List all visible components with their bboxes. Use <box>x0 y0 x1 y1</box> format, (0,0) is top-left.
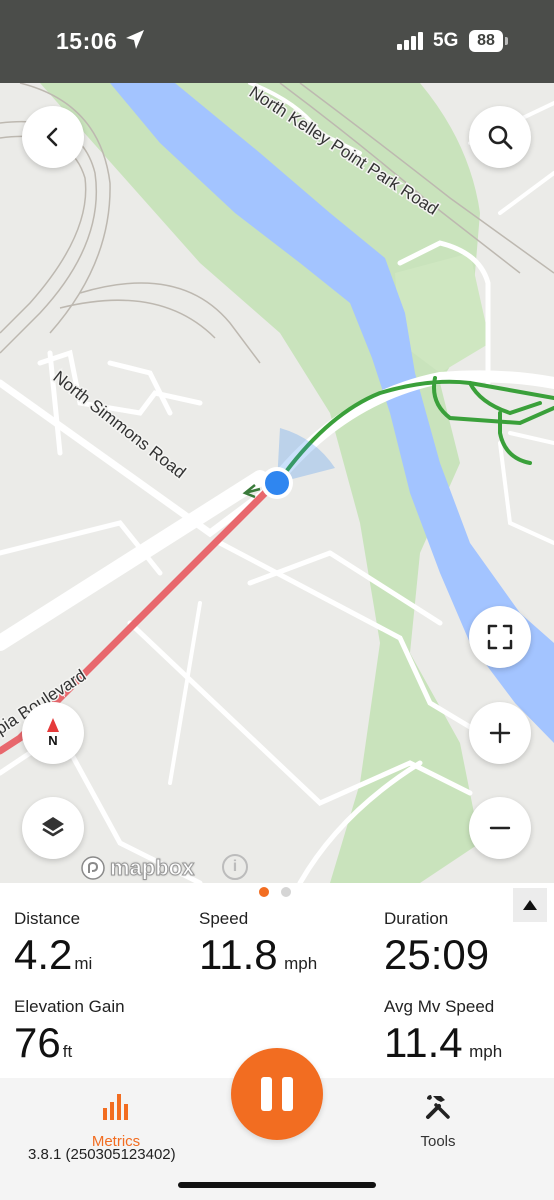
metric-speed-unit: mph <box>284 954 318 973</box>
metric-avg-speed-value: 11.4 <box>384 1019 463 1066</box>
page-dot <box>281 887 291 897</box>
mapbox-wordmark: mapbox <box>109 855 195 881</box>
metric-distance-value: 4.2 <box>14 931 73 978</box>
minus-icon <box>489 826 511 830</box>
tab-tools-label: Tools <box>420 1133 456 1150</box>
metric-avg-speed: Avg Mv Speed 11.4 mph <box>384 997 502 1067</box>
metric-speed-value: 11.8 <box>199 931 278 978</box>
metric-duration-label: Duration <box>384 909 449 928</box>
bar-chart-icon <box>103 1094 128 1120</box>
metric-avg-speed-label: Avg Mv Speed <box>384 997 495 1016</box>
current-location-dot <box>265 471 289 495</box>
page-dot-active <box>259 887 269 897</box>
metric-speed-label: Speed <box>199 909 249 928</box>
collapse-panel-button[interactable] <box>513 888 547 922</box>
signal-icon <box>397 32 423 50</box>
compass-icon <box>47 718 59 732</box>
compass-button[interactable]: N <box>22 702 84 764</box>
page-indicator <box>259 887 291 897</box>
fullscreen-icon <box>487 624 513 650</box>
metric-distance-unit: mi <box>74 954 93 973</box>
metric-distance-label: Distance <box>14 909 81 928</box>
back-button[interactable] <box>22 106 84 168</box>
mapbox-icon <box>81 856 105 880</box>
triangle-up-icon <box>523 900 537 910</box>
tab-metrics[interactable]: Metrics <box>70 1092 162 1152</box>
search-button[interactable] <box>469 106 531 168</box>
metric-elevation: Elevation Gain 76 ft <box>14 997 125 1067</box>
pause-icon-bar <box>282 1077 293 1111</box>
attribution-info-icon[interactable]: i <box>222 854 248 880</box>
layers-icon <box>42 817 64 837</box>
bottom-tab-bar: Metrics Tools 3.8.1 (250305123402) <box>0 1048 554 1200</box>
network-type: 5G <box>433 30 459 51</box>
metric-avg-speed-unit: mph <box>469 1042 503 1061</box>
layers-button[interactable] <box>22 797 84 859</box>
metric-distance: Distance 4.2 mi <box>14 909 92 979</box>
tab-tools[interactable]: Tools <box>396 1092 480 1152</box>
metric-duration: Duration 25:09 <box>384 909 489 979</box>
home-indicator[interactable] <box>178 1182 376 1188</box>
status-bar: 15:06 5G 88 <box>0 0 554 83</box>
metric-elevation-label: Elevation Gain <box>14 997 125 1016</box>
mapbox-logo[interactable]: mapbox <box>80 854 195 882</box>
battery-icon: 88 <box>469 30 503 52</box>
metric-elevation-unit: ft <box>62 1042 73 1061</box>
zoom-in-button[interactable] <box>469 702 531 764</box>
map-canvas[interactable]: North Kelley Point Park Road North Simmo… <box>0 83 554 883</box>
chevron-left-icon <box>46 127 58 147</box>
pause-icon <box>261 1077 272 1111</box>
metric-elevation-value: 76 <box>14 1019 61 1066</box>
metric-speed: Speed 11.8 mph <box>199 909 317 979</box>
zoom-out-button[interactable] <box>469 797 531 859</box>
map-view[interactable]: North Kelley Point Park Road North Simmo… <box>0 83 554 883</box>
app-version: 3.8.1 (250305123402) <box>28 1146 176 1163</box>
battery-nub <box>505 37 508 45</box>
location-arrow-icon <box>126 30 144 49</box>
search-icon <box>488 125 513 150</box>
pause-button[interactable] <box>231 1048 323 1140</box>
status-time: 15:06 <box>56 28 118 54</box>
compass-label: N <box>48 733 58 748</box>
metric-duration-value: 25:09 <box>384 931 490 978</box>
tools-icon <box>426 1095 450 1119</box>
fullscreen-button[interactable] <box>469 606 531 668</box>
plus-icon <box>489 722 511 744</box>
